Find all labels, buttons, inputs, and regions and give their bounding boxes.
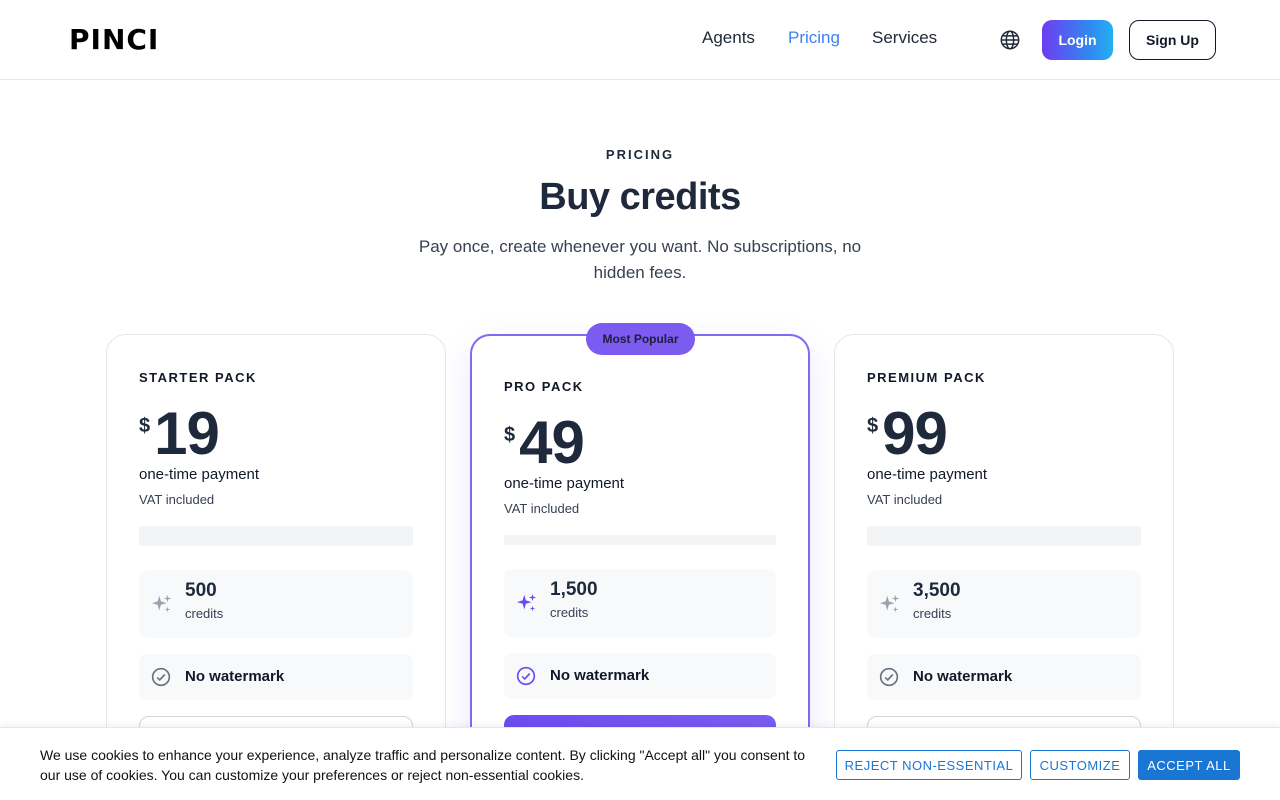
credits-amount: 3,500 [913,580,961,601]
check-circle-icon [151,667,171,687]
check-circle-icon [516,666,536,686]
credits-box: 1,500 credits [504,569,776,637]
payment-type: one-time payment [504,475,625,492]
plan-name: STARTER PACK [139,370,257,385]
feature-item: No watermark [504,653,776,699]
loading-placeholder [504,535,776,545]
feature-label: No watermark [185,668,285,685]
globe-icon[interactable] [999,29,1021,51]
loading-placeholder [139,526,413,546]
page-title: Buy credits [539,176,741,218]
login-button[interactable]: Login [1042,20,1113,60]
sparkle-icon [151,594,172,613]
cookie-banner: We use cookies to enhance your experienc… [0,727,1280,800]
credits-amount: 500 [185,580,217,601]
vat-note: VAT included [504,501,580,516]
plan-price: $ 99 [867,400,948,467]
sparkle-icon [516,593,537,612]
vat-note: VAT included [139,492,215,507]
plan-price: $ 19 [139,400,220,467]
check-circle-icon [879,667,899,687]
feature-item: No watermark [867,654,1141,700]
nav-link-pricing[interactable]: Pricing [788,28,840,48]
brand-logo[interactable]: PINCI [69,23,160,56]
credits-label: credits [913,606,952,621]
plan-name: PREMIUM PACK [867,370,986,385]
plan-name: PRO PACK [504,379,584,394]
signup-button[interactable]: Sign Up [1129,20,1216,60]
price-amount: 49 [519,409,585,476]
price-currency: $ [504,424,516,446]
price-amount: 19 [154,400,220,467]
nav-link-services[interactable]: Services [872,28,937,48]
reject-non-essential-button[interactable]: REJECT NON-ESSENTIAL [836,750,1022,780]
plan-price: $ 49 [504,409,585,476]
price-currency: $ [867,415,879,437]
payment-type: one-time payment [867,466,988,483]
sparkle-icon [879,594,900,613]
cookie-message: We use cookies to enhance your experienc… [40,747,806,783]
loading-placeholder [867,526,1141,546]
customize-button[interactable]: CUSTOMIZE [1030,750,1130,780]
page-subtitle: Pay once, create whenever you want. No s… [418,237,862,282]
credits-box: 3,500 credits [867,570,1141,638]
credits-label: credits [550,605,589,620]
credits-box: 500 credits [139,570,413,638]
most-popular-badge: Most Popular [586,323,695,355]
section-eyebrow: PRICING [605,147,675,162]
site-header: PINCI Agents Pricing Services Login Sign… [0,0,1280,80]
payment-type: one-time payment [139,466,260,483]
nav-link-agents[interactable]: Agents [702,28,755,48]
credits-amount: 1,500 [550,579,598,600]
feature-label: No watermark [913,668,1013,685]
logo-text: PINCI [69,23,160,56]
credits-label: credits [185,606,224,621]
feature-item: No watermark [139,654,413,700]
price-amount: 99 [882,400,948,467]
feature-label: No watermark [550,667,650,684]
vat-note: VAT included [867,492,943,507]
accept-all-button[interactable]: ACCEPT ALL [1138,750,1240,780]
price-currency: $ [139,415,151,437]
